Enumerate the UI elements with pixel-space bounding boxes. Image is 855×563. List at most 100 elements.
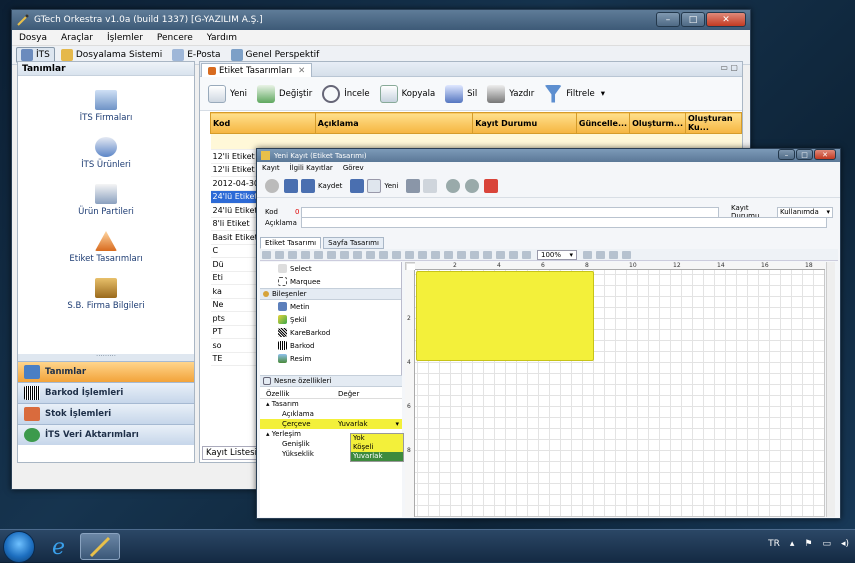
- tab-etiket-tasarimi[interactable]: Etiket Tasarımı: [260, 237, 322, 249]
- bring-front-icon[interactable]: [444, 250, 453, 259]
- align-right-icon[interactable]: [314, 250, 323, 259]
- tray-arrow-icon[interactable]: ▴: [790, 539, 795, 549]
- tab-etiket-tasarimlari[interactable]: Etiket Tasarımları ✕: [201, 63, 313, 77]
- col-olusturma[interactable]: Oluşturm...: [629, 112, 686, 134]
- dialog-close-button[interactable]: ✕: [814, 149, 836, 160]
- its-firmalari-item[interactable]: İTS Firmaları: [80, 90, 132, 123]
- same-width-icon[interactable]: [366, 250, 375, 259]
- kayit-durumu-select[interactable]: Kullanımda ▾: [777, 206, 833, 218]
- filter-dropdown-icon[interactable]: ▾: [601, 89, 605, 99]
- delete-dialog-icon[interactable]: [406, 178, 421, 193]
- copy-edit-icon[interactable]: [418, 250, 427, 259]
- send-back-icon[interactable]: [457, 250, 466, 259]
- degistir-button[interactable]: Değiştir: [257, 84, 312, 103]
- zoom-select[interactable]: 100% ▾: [537, 249, 577, 260]
- component-sekil[interactable]: Şekil: [260, 313, 401, 326]
- main-titlebar[interactable]: GTech Orkestra v1.0a (build 1337) [G-YAZ…: [12, 10, 750, 30]
- col-aciklama[interactable]: Açıklama: [314, 112, 474, 134]
- col-guncelle[interactable]: Güncelle...: [575, 112, 631, 134]
- maximize-button[interactable]: □: [681, 12, 705, 27]
- dialog-minimize-button[interactable]: –: [778, 149, 795, 160]
- save-icon[interactable]: [301, 178, 315, 193]
- menu-gorev[interactable]: Görev: [338, 164, 369, 172]
- space-v-icon[interactable]: [405, 250, 414, 259]
- prop-tasarim[interactable]: ▴ Tasarım: [260, 399, 402, 409]
- minimize-button[interactable]: –: [656, 12, 680, 27]
- option-yok[interactable]: Yok: [351, 434, 403, 443]
- grid-toggle-icon[interactable]: [596, 250, 605, 259]
- view-minmax-icon[interactable]: ▭ ▢: [720, 63, 738, 72]
- tab-sayfa-tasarimi[interactable]: Sayfa Tasarımı: [323, 237, 384, 249]
- label-shape[interactable]: [416, 271, 594, 361]
- dialog-maximize-button[interactable]: □: [796, 149, 813, 160]
- incele-button[interactable]: İncele: [322, 84, 370, 103]
- network-icon[interactable]: ▭: [822, 539, 831, 549]
- fit-icon[interactable]: [583, 250, 592, 259]
- zoom-out-icon[interactable]: [522, 250, 531, 259]
- col-kod[interactable]: Kod: [210, 112, 316, 134]
- menu-kayit[interactable]: Kayıt: [257, 164, 285, 172]
- lock-icon[interactable]: [470, 250, 479, 259]
- menu-araclar[interactable]: Araçlar: [54, 33, 100, 43]
- prop-cerceve[interactable]: Çerçeve Yuvarlak ▾: [260, 419, 402, 429]
- zoom-in-icon[interactable]: [509, 250, 518, 259]
- dialog-titlebar[interactable]: Yeni Kayıt (Etiket Tasarımı) – □ ✕: [257, 149, 840, 162]
- align-center-icon[interactable]: [301, 250, 310, 259]
- nav-tanimlar[interactable]: Tanımlar: [18, 361, 194, 382]
- menu-ilgili-kayitlar[interactable]: İlgili Kayıtlar: [285, 164, 338, 172]
- eposta-button[interactable]: E-Posta: [168, 48, 224, 62]
- kod-input[interactable]: [301, 206, 719, 218]
- option-koseli[interactable]: Köşeli: [351, 443, 403, 452]
- its-urunleri-item[interactable]: İTS Ürünleri: [81, 137, 131, 170]
- component-metin[interactable]: Metin: [260, 300, 401, 313]
- align-top-icon[interactable]: [327, 250, 336, 259]
- menu-pencere[interactable]: Pencere: [150, 33, 200, 43]
- snap-icon[interactable]: [609, 250, 618, 259]
- nav-barkod[interactable]: Barkod İşlemleri: [18, 382, 194, 403]
- component-karebarkod[interactable]: KareBarkod: [260, 326, 401, 339]
- canvas-scrollbar[interactable]: [826, 262, 835, 517]
- align-middle-icon[interactable]: [340, 250, 349, 259]
- yeni-button-dialog[interactable]: Yeni: [384, 182, 398, 190]
- sb-firma-item[interactable]: S.B. Firma Bilgileri: [67, 278, 145, 311]
- up-icon[interactable]: [446, 178, 461, 193]
- tool-select[interactable]: Select: [260, 262, 401, 275]
- down-icon[interactable]: [465, 178, 480, 193]
- same-height-icon[interactable]: [379, 250, 388, 259]
- component-barkod[interactable]: Barkod: [260, 339, 401, 352]
- prop-aciklama[interactable]: Açıklama: [260, 409, 402, 419]
- aciklama-input[interactable]: [301, 217, 827, 228]
- volume-icon[interactable]: ◂): [841, 539, 849, 549]
- approve-icon[interactable]: [484, 178, 499, 193]
- col-kayit-durumu[interactable]: Kayıt Durumu: [472, 112, 577, 134]
- orkestra-taskbar-button[interactable]: [80, 533, 120, 560]
- nav-its-veri[interactable]: İTS Veri Aktarımları: [18, 424, 194, 445]
- yeni-button[interactable]: Yeni: [208, 84, 247, 103]
- kopyala-button[interactable]: Kopyala: [379, 84, 435, 103]
- language-indicator[interactable]: TR: [768, 539, 780, 549]
- cut-icon[interactable]: [262, 250, 271, 259]
- new-doc-icon[interactable]: [367, 178, 382, 193]
- save-alt-icon[interactable]: [284, 178, 298, 193]
- menu-yardim[interactable]: Yardım: [200, 33, 244, 43]
- close-button[interactable]: ✕: [706, 12, 746, 27]
- start-button[interactable]: [3, 531, 35, 563]
- etiket-tasarimlari-item[interactable]: Etiket Tasarımları: [69, 231, 143, 264]
- kaydet-button[interactable]: Kaydet: [318, 182, 342, 190]
- dosyalama-button[interactable]: Dosyalama Sistemi: [57, 48, 166, 62]
- cerceve-arrow-icon[interactable]: ▾: [395, 420, 399, 428]
- genel-perspektif-button[interactable]: Genel Perspektif: [227, 48, 324, 62]
- align-bottom-icon[interactable]: [353, 250, 362, 259]
- menu-islemler[interactable]: İşlemler: [100, 33, 150, 43]
- space-h-icon[interactable]: [392, 250, 401, 259]
- filtrele-button[interactable]: Filtrele ▾: [544, 84, 605, 103]
- ie-taskbar-button[interactable]: e: [46, 533, 80, 560]
- guides-icon[interactable]: [622, 250, 631, 259]
- undo-icon[interactable]: [275, 250, 284, 259]
- component-resim[interactable]: Resim: [260, 352, 401, 365]
- yazdir-button[interactable]: Yazdır: [487, 84, 534, 103]
- menu-dosya[interactable]: Dosya: [12, 33, 54, 43]
- paste-icon[interactable]: [431, 250, 440, 259]
- splitter-grip[interactable]: ·········: [18, 353, 194, 361]
- back-icon[interactable]: [265, 178, 279, 193]
